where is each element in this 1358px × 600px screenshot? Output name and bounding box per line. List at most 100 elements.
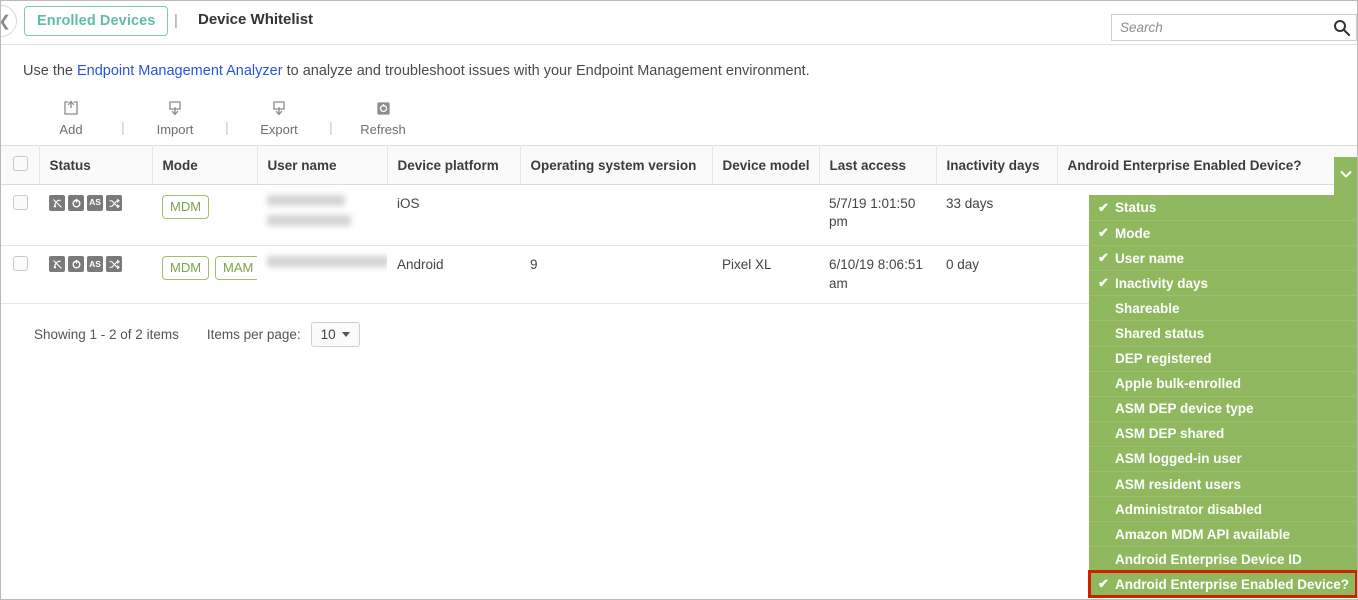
- column-visibility-menu: ✔Status ✔Mode ✔User name ✔Inactivity day…: [1089, 195, 1357, 597]
- menu-item-label: Android Enterprise Enabled Device?: [1115, 577, 1349, 592]
- endpoint-management-analyzer-link[interactable]: Endpoint Management Analyzer: [77, 63, 283, 79]
- breadcrumb-separator: |: [174, 12, 178, 29]
- import-label: Import: [157, 122, 194, 137]
- menu-item-label: Shareable: [1115, 301, 1180, 316]
- device-unmanaged-icon[interactable]: [49, 195, 65, 211]
- search-icon[interactable]: [1326, 15, 1356, 40]
- menu-item-label: Inactivity days: [1115, 276, 1208, 291]
- menu-item-android-enterprise-device-id[interactable]: Android Enterprise Device ID: [1089, 546, 1357, 571]
- chevron-down-icon: [342, 332, 350, 337]
- column-header-device-platform-label: Device platform: [398, 158, 499, 173]
- cell-inactivity-days: 33 days: [936, 185, 1057, 246]
- row-checkbox[interactable]: [13, 195, 28, 210]
- check-icon: ✔: [1098, 250, 1115, 266]
- menu-item-label: User name: [1115, 251, 1184, 266]
- select-all-checkbox[interactable]: [13, 156, 28, 171]
- menu-item-dep-registered[interactable]: DEP registered: [1089, 346, 1357, 371]
- refresh-button[interactable]: Refresh: [357, 99, 409, 137]
- chevron-left-icon: ❮: [0, 14, 11, 29]
- add-label: Add: [59, 122, 82, 137]
- row-checkbox[interactable]: [13, 256, 28, 271]
- menu-item-asm-dep-shared[interactable]: ASM DEP shared: [1089, 421, 1357, 446]
- top-bar: ❮ Enrolled Devices | Device Whitelist: [1, 1, 1357, 45]
- items-per-page-select[interactable]: 10: [311, 322, 360, 347]
- menu-item-asm-dep-device-type[interactable]: ASM DEP device type: [1089, 396, 1357, 421]
- column-header-inactivity-days-label: Inactivity days: [947, 158, 1040, 173]
- asm-badge-icon[interactable]: AS: [87, 256, 103, 272]
- menu-item-apple-bulk-enrolled[interactable]: Apple bulk-enrolled: [1089, 371, 1357, 396]
- column-header-mode-label: Mode: [163, 158, 198, 173]
- toolbar-divider-2: |: [201, 119, 253, 137]
- device-unmanaged-icon[interactable]: [49, 256, 65, 272]
- column-header-device-model[interactable]: Device model: [712, 146, 819, 185]
- menu-item-label: DEP registered: [1115, 351, 1212, 366]
- menu-item-label: Administrator disabled: [1115, 502, 1262, 517]
- asm-badge-icon[interactable]: AS: [87, 195, 103, 211]
- cell-last-access: 5/7/19 1:01:50 pm: [819, 185, 936, 246]
- column-header-android-enterprise-label: Android Enterprise Enabled Device?: [1068, 158, 1302, 173]
- mode-badge-mam[interactable]: MAM: [215, 256, 257, 280]
- status-icon-group: AS: [49, 256, 142, 272]
- search-input[interactable]: [1112, 15, 1326, 40]
- menu-item-asm-logged-in-user[interactable]: ASM logged-in user: [1089, 446, 1357, 471]
- menu-item-mode[interactable]: ✔Mode: [1089, 220, 1357, 245]
- menu-item-label: ASM resident users: [1115, 477, 1241, 492]
- column-header-inactivity-days[interactable]: Inactivity days: [936, 146, 1057, 185]
- shuffle-icon[interactable]: [106, 195, 122, 211]
- menu-item-user-name[interactable]: ✔User name: [1089, 245, 1357, 270]
- column-header-mode[interactable]: Mode: [152, 146, 257, 185]
- menu-item-administrator-disabled[interactable]: Administrator disabled: [1089, 496, 1357, 521]
- column-header-last-access[interactable]: Last access: [819, 146, 936, 185]
- redacted-user-name: [267, 215, 351, 226]
- menu-item-android-enterprise-enabled-device[interactable]: ✔Android Enterprise Enabled Device?: [1089, 571, 1357, 596]
- column-header-device-platform[interactable]: Device platform: [387, 146, 520, 185]
- mode-badge-group: MDM MAM: [162, 256, 247, 280]
- menu-item-status[interactable]: ✔Status: [1089, 195, 1357, 220]
- search-box: [1111, 14, 1357, 41]
- export-button[interactable]: Export: [253, 99, 305, 137]
- column-menu-toggle[interactable]: [1334, 157, 1357, 195]
- mode-badge-mdm[interactable]: MDM: [162, 256, 209, 280]
- description-text: Use the Endpoint Management Analyzer to …: [1, 45, 1357, 79]
- status-icon-group: AS: [49, 195, 142, 211]
- power-circle-icon[interactable]: [68, 195, 84, 211]
- collapse-sidebar-button[interactable]: ❮: [0, 5, 17, 37]
- column-header-os-version-label: Operating system version: [531, 158, 697, 173]
- refresh-label: Refresh: [360, 122, 406, 137]
- menu-item-amazon-mdm-api-available[interactable]: Amazon MDM API available: [1089, 521, 1357, 546]
- cell-device-model: Pixel XL: [712, 246, 819, 303]
- redacted-user-name: [267, 195, 345, 206]
- import-button[interactable]: Import: [149, 99, 201, 137]
- power-circle-icon[interactable]: [68, 256, 84, 272]
- cell-status: AS: [39, 185, 152, 246]
- column-header-user-name[interactable]: User name: [257, 146, 387, 185]
- menu-item-label: Amazon MDM API available: [1115, 527, 1290, 542]
- column-header-android-enterprise[interactable]: Android Enterprise Enabled Device?: [1057, 146, 1358, 185]
- mode-badge-mdm[interactable]: MDM: [162, 195, 209, 219]
- cell-mode: MDM: [152, 185, 257, 246]
- row-select-cell[interactable]: [1, 246, 39, 303]
- add-icon: [63, 99, 79, 117]
- action-toolbar: Add | Import | Export: [1, 79, 1357, 145]
- menu-item-inactivity-days[interactable]: ✔Inactivity days: [1089, 270, 1357, 295]
- menu-item-label: ASM DEP device type: [1115, 401, 1254, 416]
- shuffle-icon[interactable]: [106, 256, 122, 272]
- menu-item-shared-status[interactable]: Shared status: [1089, 320, 1357, 345]
- menu-item-asm-resident-users[interactable]: ASM resident users: [1089, 471, 1357, 496]
- add-button[interactable]: Add: [45, 99, 97, 137]
- tab-enrolled-devices[interactable]: Enrolled Devices: [24, 6, 168, 36]
- column-header-os-version[interactable]: Operating system version: [520, 146, 712, 185]
- toolbar-divider-1: |: [97, 119, 149, 137]
- check-icon: ✔: [1098, 576, 1115, 592]
- items-per-page-control: Items per page: 10: [207, 322, 360, 347]
- page-title: Device Whitelist: [198, 11, 313, 28]
- row-select-cell[interactable]: [1, 185, 39, 246]
- column-header-last-access-label: Last access: [830, 158, 907, 173]
- menu-item-shareable[interactable]: Shareable: [1089, 295, 1357, 320]
- menu-item-label: Shared status: [1115, 326, 1204, 341]
- select-all-header[interactable]: [1, 146, 39, 185]
- cell-status: AS: [39, 246, 152, 303]
- column-header-status[interactable]: Status: [39, 146, 152, 185]
- check-icon: ✔: [1098, 275, 1115, 291]
- cell-device-model: [712, 185, 819, 246]
